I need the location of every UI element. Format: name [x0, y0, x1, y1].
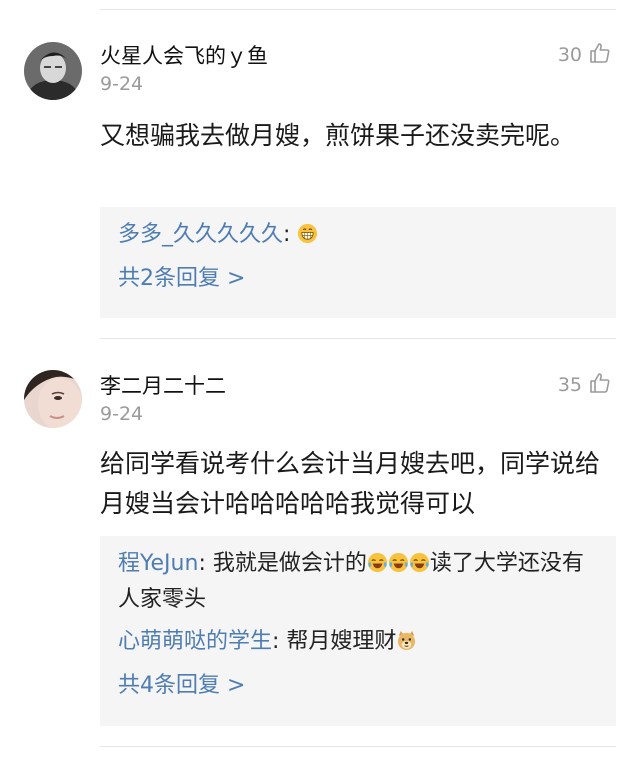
divider — [100, 338, 616, 339]
more-replies-link[interactable]: 共2条回复 > — [118, 261, 245, 297]
reply-separator: : — [198, 551, 213, 576]
reply-box[interactable]: 多多_久久久久久: 共2条回复 > — [100, 207, 616, 318]
reply-separator: : — [272, 629, 287, 654]
tears-of-joy-icon — [409, 551, 430, 576]
comment-username[interactable]: 李二月二十二 — [100, 370, 226, 400]
reply-item: 心萌萌哒的学生: 帮月嫂理财 — [118, 624, 598, 660]
avatar[interactable] — [24, 370, 82, 428]
avatar[interactable] — [24, 42, 82, 100]
reply-item: 多多_久久久久久: — [118, 217, 598, 253]
thumbs-up-icon — [588, 41, 612, 69]
reply-username[interactable]: 程YeJun — [118, 551, 198, 576]
reply-separator: : — [283, 222, 298, 247]
doge-icon — [396, 629, 417, 654]
reply-text: 帮月嫂理财 — [286, 629, 397, 654]
tears-of-joy-icon — [367, 551, 388, 576]
comment-text: 又想骗我去做月嫂，煎饼果子还没卖完呢。 — [100, 121, 576, 150]
reply-username[interactable]: 心萌萌哒的学生 — [118, 629, 272, 654]
like-count: 30 — [557, 44, 582, 66]
like-count: 35 — [557, 374, 582, 396]
reply-box[interactable]: 程YeJun: 我就是做会计的 读了大学还没有人家零头 心萌萌哒的学生: 帮月嫂理… — [100, 536, 616, 726]
grinning-face-icon — [297, 222, 318, 247]
thumbs-up-icon — [588, 371, 612, 399]
like-button[interactable]: 30 — [558, 41, 612, 69]
comment-text: 给同学看说考什么会计当月嫂去吧，同学说给月嫂当会计哈哈哈哈哈我觉得可以 — [100, 449, 601, 518]
like-button[interactable]: 35 — [558, 371, 612, 399]
divider-top — [100, 9, 616, 10]
reply-username[interactable]: 多多_久久久久久 — [118, 222, 283, 247]
divider-bottom — [100, 746, 616, 747]
more-replies-link[interactable]: 共4条回复 > — [118, 668, 245, 704]
comment-username[interactable]: 火星人会飞的ｙ鱼 — [100, 40, 268, 70]
comment-date: 9-24 — [100, 73, 144, 95]
reply-item: 程YeJun: 我就是做会计的 读了大学还没有人家零头 — [118, 546, 598, 618]
tears-of-joy-icon — [388, 551, 409, 576]
reply-text: 我就是做会计的 — [212, 551, 367, 576]
comment-date: 9-24 — [100, 403, 144, 425]
